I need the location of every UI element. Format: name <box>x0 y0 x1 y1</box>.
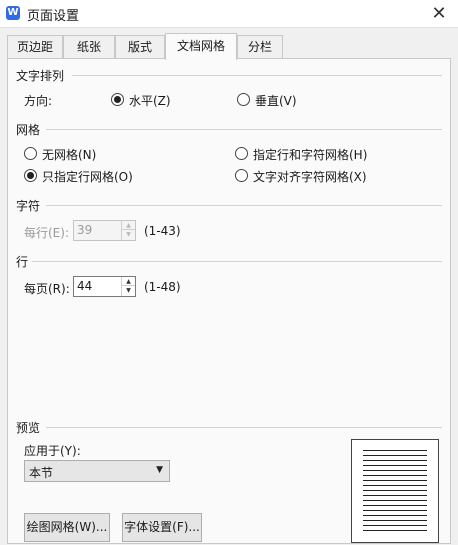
radio-vertical[interactable] <box>237 93 250 106</box>
section-text-arrangement: 文字排列 <box>16 69 65 83</box>
font-settings-button[interactable]: 字体设置(F)... <box>122 513 202 542</box>
chars-per-line-stepper[interactable]: 39 ▲ ▼ <box>73 220 136 241</box>
radio-vertical-label[interactable]: 垂直(V) <box>255 92 297 109</box>
close-icon: ✕ <box>431 3 447 24</box>
preview-text-line <box>363 480 427 481</box>
direction-label: 方向: <box>24 94 53 108</box>
divider <box>72 75 442 76</box>
radio-horizontal-label[interactable]: 水平(Z) <box>129 92 171 109</box>
apply-to-label: 应用于(Y): <box>24 444 81 458</box>
radio-line-grid-only-label[interactable]: 只指定行网格(O) <box>42 168 133 185</box>
preview-text-line <box>363 460 427 461</box>
divider <box>46 129 442 130</box>
radio-line-and-char-grid[interactable] <box>235 147 248 160</box>
preview-text-line <box>363 530 427 531</box>
preview-text-line <box>363 475 427 476</box>
stepper-buttons: ▲ ▼ <box>121 221 135 240</box>
preview-text-line <box>363 495 427 496</box>
lines-range: (1-48) <box>144 280 181 294</box>
radio-snap-to-char-grid[interactable] <box>235 169 248 182</box>
document-grid-panel: 文字排列 方向: 水平(Z) 垂直(V) 网格 无网格(N) 指定行和字符网格(… <box>7 58 451 544</box>
stepper-up-icon[interactable]: ▲ <box>122 277 135 286</box>
tab-document-grid[interactable]: 文档网格 <box>165 33 237 60</box>
section-preview: 预览 <box>16 421 41 435</box>
preview-text-line <box>363 510 427 511</box>
stepper-down-icon[interactable]: ▼ <box>122 286 135 295</box>
stepper-buttons: ▲ ▼ <box>121 277 135 296</box>
section-characters: 字符 <box>16 199 41 213</box>
chars-per-line-label: 每行(E): <box>24 226 69 240</box>
preview-text-line <box>363 455 427 456</box>
wps-writer-icon: W <box>6 6 20 20</box>
divider <box>46 205 442 206</box>
radio-horizontal[interactable] <box>111 93 124 106</box>
preview-text-line <box>363 520 427 521</box>
page-preview <box>351 439 439 543</box>
window-title: 页面设置 <box>27 9 80 24</box>
radio-line-grid-only[interactable] <box>24 169 37 182</box>
preview-text-line <box>363 505 427 506</box>
chars-range: (1-43) <box>144 224 181 238</box>
radio-no-grid[interactable] <box>24 147 37 160</box>
lines-per-page-label: 每页(R): <box>24 282 70 296</box>
preview-text-line <box>363 450 427 451</box>
preview-text-line <box>363 465 427 466</box>
preview-text-line <box>363 525 427 526</box>
preview-text-line <box>363 485 427 486</box>
divider <box>32 261 442 262</box>
chars-per-line-value: 39 <box>77 223 93 237</box>
preview-text-line <box>363 470 427 471</box>
stepper-down-icon[interactable]: ▼ <box>122 230 135 239</box>
preview-text-line <box>363 500 427 501</box>
apply-to-select[interactable]: 本节 ▼ <box>24 460 170 482</box>
tab-layout[interactable]: 版式 <box>115 35 165 59</box>
radio-snap-to-char-grid-label[interactable]: 文字对齐字符网格(X) <box>253 168 367 185</box>
dropdown-arrow-icon: ▼ <box>156 465 163 475</box>
apply-to-value: 本节 <box>29 466 54 480</box>
lines-per-page-value[interactable]: 44 <box>77 279 92 293</box>
stepper-up-icon[interactable]: ▲ <box>122 221 135 230</box>
tab-margins[interactable]: 页边距 <box>7 35 63 59</box>
section-lines: 行 <box>16 255 29 269</box>
radio-no-grid-label[interactable]: 无网格(N) <box>42 146 96 163</box>
preview-text-line <box>363 490 427 491</box>
radio-line-and-char-grid-label[interactable]: 指定行和字符网格(H) <box>253 146 367 163</box>
close-button[interactable]: ✕ <box>428 3 450 24</box>
tab-paper[interactable]: 纸张 <box>63 35 115 59</box>
divider <box>46 427 442 428</box>
lines-per-page-stepper[interactable]: 44 ▲ ▼ <box>73 276 136 297</box>
title-bar: W 页面设置 ✕ <box>0 0 458 28</box>
tab-columns[interactable]: 分栏 <box>237 35 283 59</box>
draw-grid-button[interactable]: 绘图网格(W)... <box>24 513 110 542</box>
section-grid: 网格 <box>16 123 41 137</box>
preview-text-line <box>363 515 427 516</box>
